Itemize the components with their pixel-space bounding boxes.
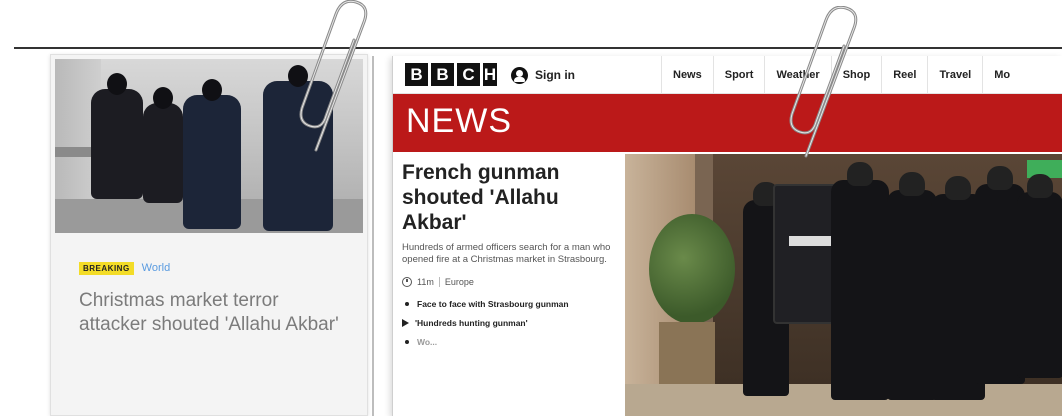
story-meta: 11m Europe (402, 277, 620, 287)
related-link[interactable]: Wo... (402, 337, 620, 347)
news-wordmark[interactable]: NEWS (406, 102, 512, 141)
bbc-logo-letter: B (405, 63, 428, 86)
nav-item-more[interactable]: Mo (982, 56, 1010, 94)
photo-officer (91, 73, 143, 199)
bbc-logo[interactable]: B B C H (405, 63, 497, 86)
related-link[interactable]: 'Hundreds hunting gunman' (402, 318, 620, 328)
left-headline[interactable]: Christmas market terror attacker shouted… (79, 289, 349, 337)
photo-officer (143, 87, 183, 203)
photo-officer (1017, 174, 1062, 378)
clock-icon (402, 277, 412, 287)
bbc-top-bar: B B C H Sign in News Sport Weather Shop … (393, 56, 1062, 94)
bbc-logo-letter: C (457, 63, 480, 86)
photo-officer (831, 162, 889, 400)
paperclip-icon (789, 6, 858, 158)
play-icon (402, 319, 409, 327)
photo-officer (183, 79, 241, 229)
news-banner: NEWS (393, 94, 1062, 152)
top-story: French gunman shouted 'Allahu Akbar' Hun… (402, 160, 620, 356)
related-link-text: Wo... (417, 337, 438, 347)
bbc-logo-letter: H (483, 63, 497, 86)
photo-officer (887, 172, 937, 400)
sign-in-button[interactable]: Sign in (511, 65, 575, 85)
nav-item-travel[interactable]: Travel (927, 56, 982, 94)
related-link-text: Face to face with Strasbourg gunman (417, 299, 569, 309)
story-summary: Hundreds of armed officers search for a … (402, 242, 611, 265)
category-link[interactable]: World (142, 262, 171, 274)
photo-plant (649, 214, 735, 324)
breaking-badge: BREAKING (79, 261, 134, 275)
bullet-icon (405, 302, 409, 306)
bbc-news-page: B B C H Sign in News Sport Weather Shop … (392, 56, 1062, 416)
bullet-icon (405, 340, 409, 344)
story-headline[interactable]: French gunman shouted 'Allahu Akbar' (402, 160, 620, 235)
bbc-logo-letter: B (431, 63, 454, 86)
nav-item-news[interactable]: News (661, 56, 713, 94)
sign-in-label: Sign in (535, 68, 575, 82)
nav-item-sport[interactable]: Sport (712, 56, 765, 94)
paperclip-icon (299, 0, 368, 152)
related-link-text: 'Hundreds hunting gunman' (415, 318, 528, 328)
photo-planter (659, 322, 715, 392)
story-time: 11m (417, 277, 434, 287)
related-links: Face to face with Strasbourg gunman 'Hun… (402, 299, 620, 347)
related-link[interactable]: Face to face with Strasbourg gunman (402, 299, 620, 309)
meta-divider (438, 277, 440, 287)
story-section[interactable]: Europe (445, 277, 474, 287)
top-rule (14, 47, 1062, 49)
strasbourg-police-photo[interactable] (625, 154, 1062, 416)
nav-item-reel[interactable]: Reel (881, 56, 927, 94)
user-icon (511, 66, 528, 84)
